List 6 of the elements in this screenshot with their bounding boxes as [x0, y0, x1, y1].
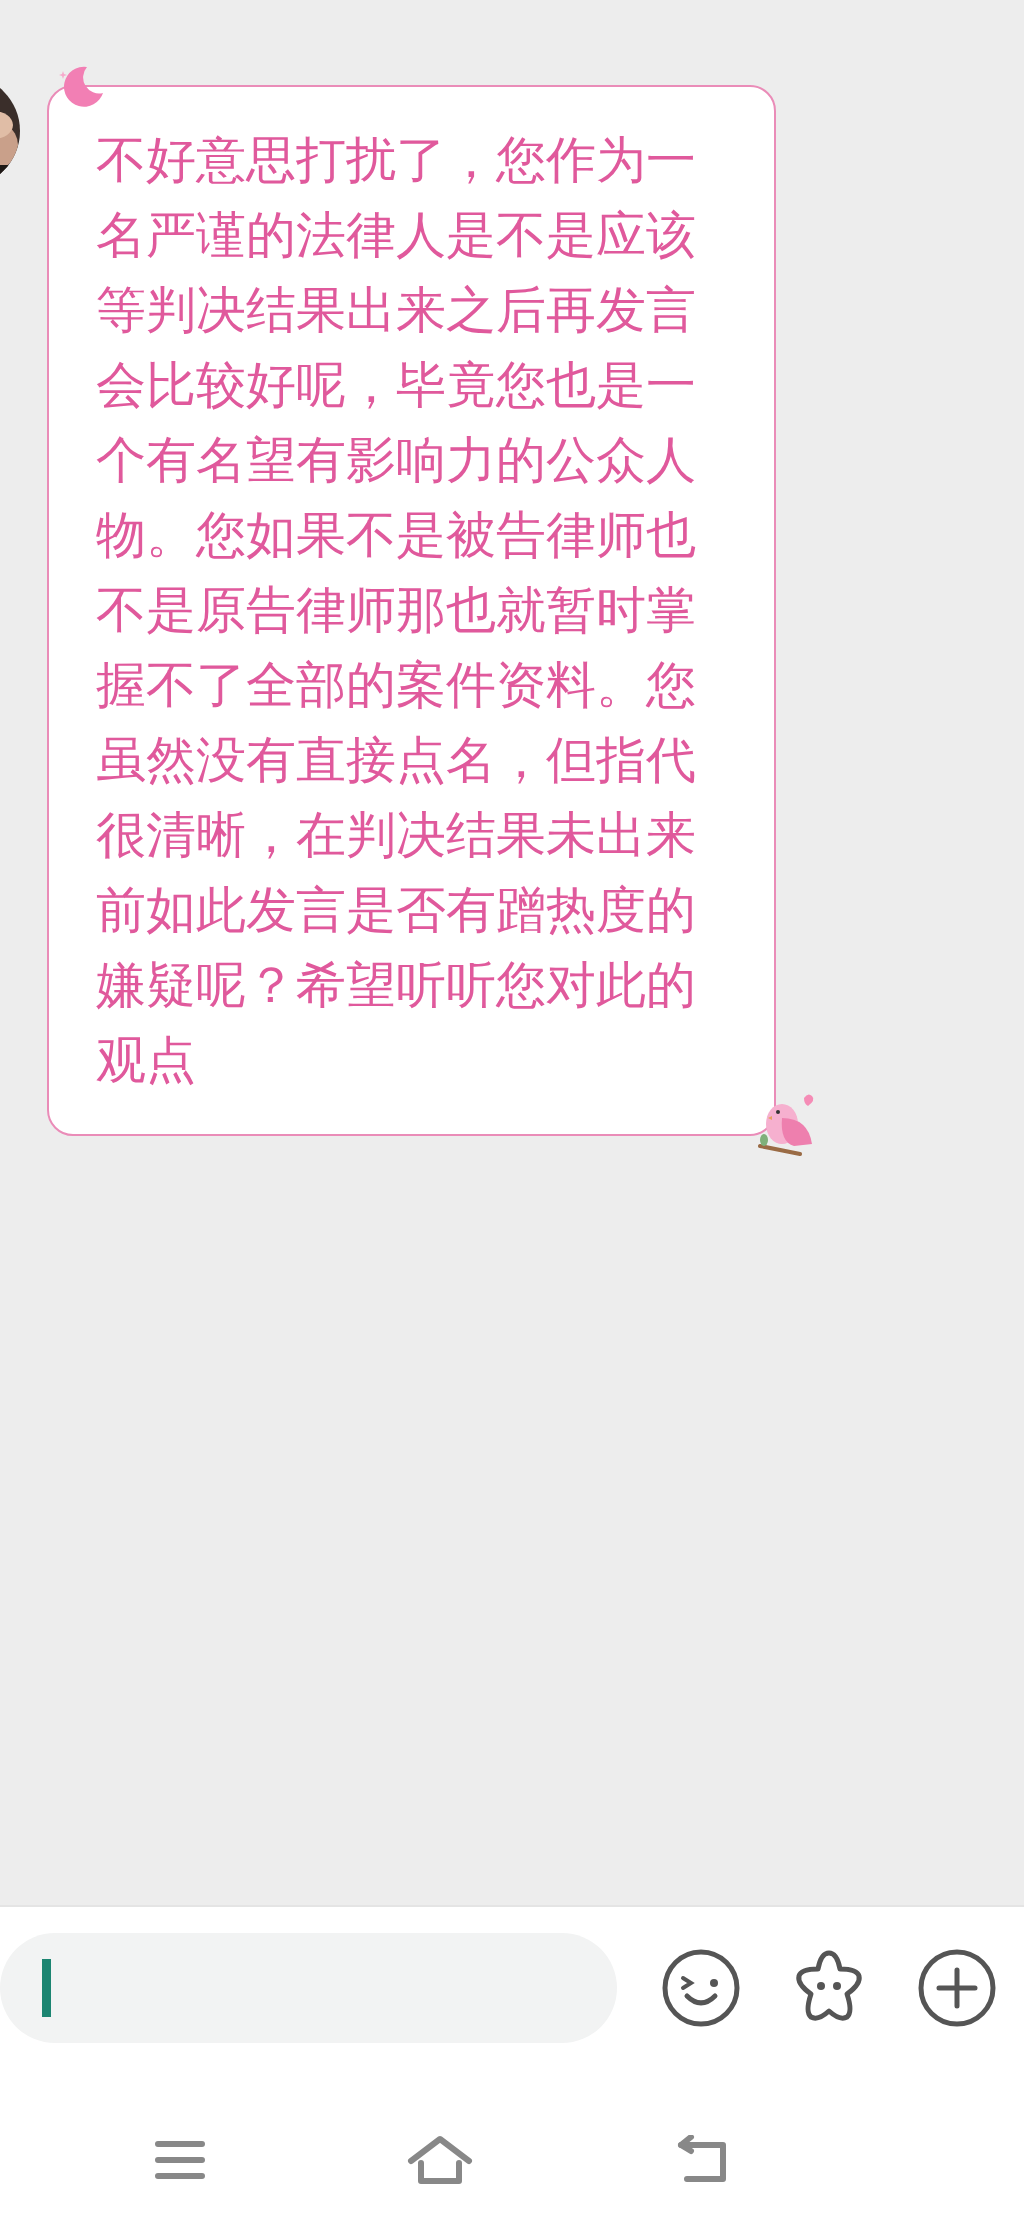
- message-text: 不好意思打扰了，您作为一名严谨的法律人是不是应该等判决结果出来之后再发言会比较好呢，毕竟您也是一个有名望有影响力的公众人物。您如果不是被告律师也不是原告律师那也就暂时掌握不了全部的案件资料。您虽然没有直接点名，但指代很清晰，在判决结果未出来前如此发言是否有蹭热度的嫌疑呢？希望听听您对此的观点: [96, 130, 697, 1091]
- add-button[interactable]: [917, 1948, 997, 2028]
- text-cursor: [42, 1959, 51, 2017]
- emoji-button[interactable]: [661, 1948, 741, 2028]
- message-input-field[interactable]: [0, 1933, 617, 2043]
- home-icon[interactable]: [407, 2135, 473, 2185]
